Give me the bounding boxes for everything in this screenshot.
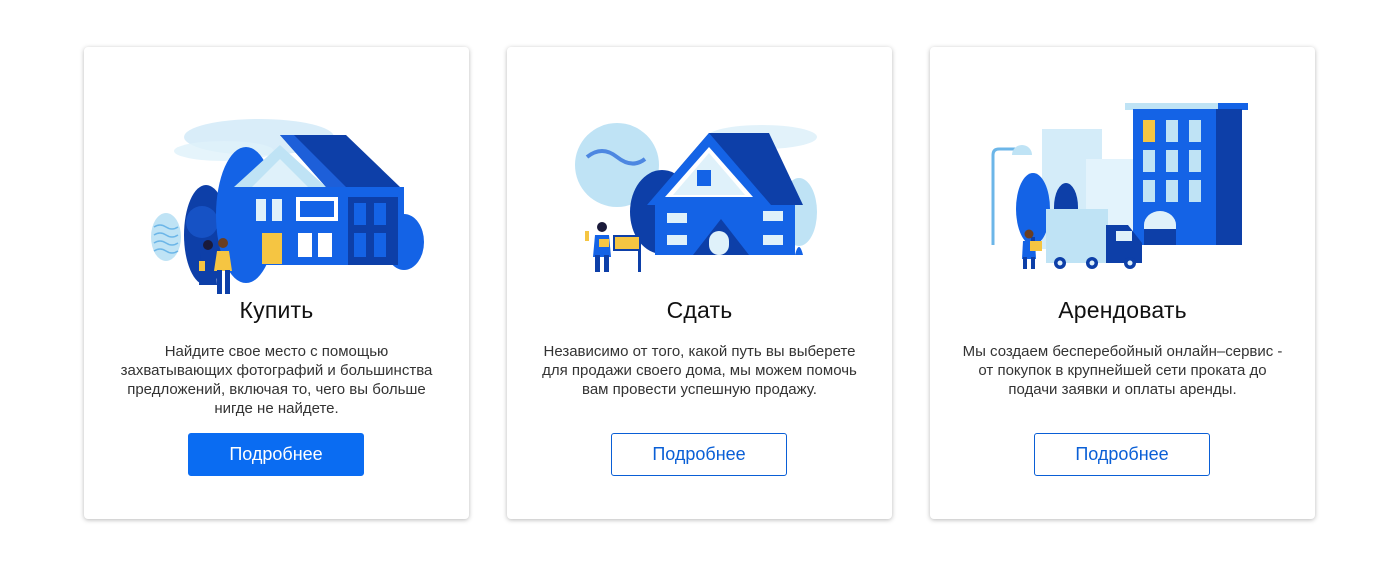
card-title: Арендовать [1058,297,1187,323]
buy-details-button[interactable]: Подробнее [188,433,364,476]
card-description: Мы создаем бесперебойный онлайн–сервис -… [962,343,1283,398]
sell-card: Сдать Независимо от того, какой путь вы … [507,47,892,519]
rent-card: Арендовать Мы создаем бесперебойный онла… [930,47,1315,519]
sell-details-button[interactable]: Подробнее [611,433,787,476]
card-description: Независимо от того, какой путь вы выбере… [542,343,857,398]
card-title: Сдать [666,297,733,323]
card-title: Купить [239,297,314,323]
house-with-agent-and-sign-illustration [507,47,892,302]
buy-card: Купить Найдите свое место с помощью захв… [84,47,469,519]
house-with-couple-illustration [84,47,469,302]
city-building-with-truck-illustration [930,47,1315,302]
rent-details-button[interactable]: Подробнее [1034,433,1210,476]
card-description: Найдите свое место с помощью захватывающ… [120,343,433,417]
